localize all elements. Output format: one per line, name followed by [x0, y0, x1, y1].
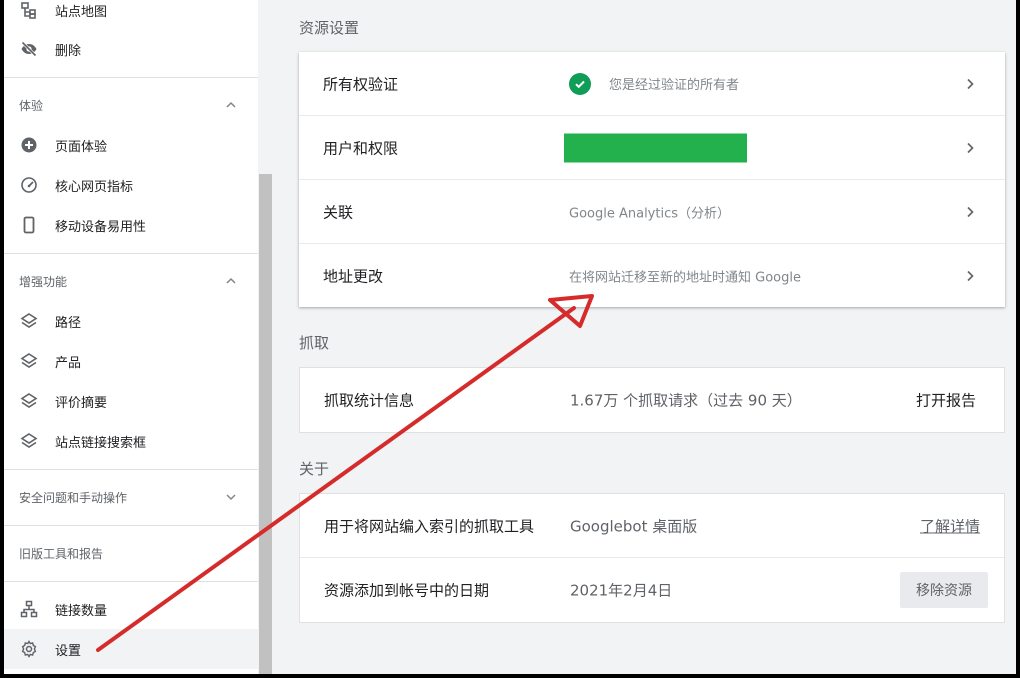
row-associations[interactable]: 关联 Google Analytics（分析） — [299, 180, 1005, 244]
row-label: 所有权验证 — [323, 75, 399, 93]
sidebar-item-label: 站点链接搜索框 — [55, 435, 147, 451]
sidebar-item-label: 移动设备易用性 — [55, 219, 147, 235]
section-title-crawling: 抓取 — [299, 334, 330, 352]
redaction-block — [564, 133, 747, 162]
sidebar-item-label: 站点地图 — [55, 4, 108, 20]
section-title-about: 关于 — [299, 460, 330, 478]
sidebar-item-label: 设置 — [55, 643, 82, 659]
sidebar-divider — [4, 253, 258, 254]
sidebar-scrollbar-thumb[interactable] — [259, 174, 272, 674]
plus-circle-icon — [20, 136, 38, 154]
sidebar-item-label: 删除 — [55, 43, 82, 59]
sidebar-divider — [4, 581, 258, 582]
sidebar-item-page-experience[interactable]: 页面体验 — [4, 125, 258, 165]
row-indexing-crawler: 用于将网站编入索引的抓取工具 Googlebot 桌面版 了解详情 — [300, 494, 1004, 558]
gear-icon — [20, 640, 38, 658]
chevron-right-icon — [967, 270, 974, 282]
sidebar: 站点地图 删除 体验 页面体验 核心网页指标 移动设备易用性 增强功能 路径 产… — [4, 0, 258, 674]
check-circle-icon — [569, 72, 591, 95]
sidebar-divider — [4, 77, 258, 78]
chevron-up-icon — [226, 277, 236, 284]
sidebar-divider — [4, 469, 258, 470]
layers-icon — [20, 352, 38, 370]
section-header-label: 增强功能 — [19, 274, 68, 289]
row-value: 1.67万 个抓取请求（过去 90 天） — [570, 391, 802, 410]
sidebar-item-links[interactable]: 链接数量 — [4, 589, 258, 629]
sidebar-divider — [4, 525, 258, 526]
resource-settings-card: 所有权验证 您是经过验证的所有者 用户和权限 关联 Google Analyti… — [299, 52, 1005, 307]
row-label: 抓取统计信息 — [324, 391, 415, 410]
verified-owner-text: 您是经过验证的所有者 — [609, 78, 740, 93]
sidebar-item-label: 评价摘要 — [55, 395, 108, 411]
layers-icon — [20, 432, 38, 450]
row-label: 用户和权限 — [323, 139, 399, 157]
crawling-card: 抓取统计信息 1.67万 个抓取请求（过去 90 天） 打开报告 — [299, 367, 1005, 433]
layers-icon — [20, 312, 38, 330]
row-crawl-stats: 抓取统计信息 1.67万 个抓取请求（过去 90 天） 打开报告 — [300, 368, 1004, 432]
sidebar-item-products[interactable]: 产品 — [4, 341, 258, 381]
section-header-legacy[interactable]: 旧版工具和报告 — [4, 533, 258, 573]
about-card: 用于将网站编入索引的抓取工具 Googlebot 桌面版 了解详情 资源添加到帐… — [299, 493, 1005, 623]
sidebar-item-mobile-usability[interactable]: 移动设备易用性 — [4, 205, 258, 245]
learn-more-link[interactable]: 了解详情 — [920, 515, 980, 536]
row-value: 您是经过验证的所有者 — [569, 72, 740, 95]
main-content: 资源设置 所有权验证 您是经过验证的所有者 用户和权限 关联 Google An… — [274, 0, 1016, 674]
section-header-enhancements[interactable]: 增强功能 — [4, 261, 258, 301]
row-date-added: 资源添加到帐号中的日期 2021年2月4日 移除资源 — [300, 558, 1004, 622]
sidebar-item-label: 核心网页指标 — [55, 179, 134, 195]
sidebar-item-removals[interactable]: 删除 — [4, 29, 258, 69]
row-value: Google Analytics（分析） — [569, 206, 731, 221]
row-value: 在将网站迁移至新的地址时通知 Google — [569, 270, 801, 286]
sidebar-item-review-snippets[interactable]: 评价摘要 — [4, 381, 258, 421]
sidebar-item-label: 链接数量 — [55, 603, 108, 619]
section-header-label: 安全问题和手动操作 — [19, 490, 128, 505]
chevron-right-icon — [967, 78, 974, 89]
row-label: 地址更改 — [323, 267, 384, 286]
phone-icon — [20, 216, 38, 234]
sidebar-item-label: 页面体验 — [55, 139, 108, 155]
section-header-experience[interactable]: 体验 — [4, 85, 258, 125]
sidebar-item-sitelinks-searchbox[interactable]: 站点链接搜索框 — [4, 421, 258, 461]
chevron-up-icon — [226, 101, 236, 108]
section-header-label: 体验 — [19, 98, 44, 113]
chevron-right-icon — [967, 142, 974, 153]
row-label: 用于将网站编入索引的抓取工具 — [324, 517, 535, 535]
chevron-right-icon — [967, 206, 974, 217]
sidebar-item-breadcrumbs[interactable]: 路径 — [4, 301, 258, 341]
sidebar-item-core-web-vitals[interactable]: 核心网页指标 — [4, 165, 258, 205]
eye-off-icon — [20, 40, 38, 58]
row-label: 关联 — [323, 203, 354, 221]
sidebar-item-settings[interactable]: 设置 — [4, 629, 258, 669]
section-header-label: 旧版工具和报告 — [19, 546, 104, 561]
section-header-security[interactable]: 安全问题和手动操作 — [4, 477, 258, 517]
speedometer-icon — [20, 176, 38, 194]
row-users-permissions[interactable]: 用户和权限 — [299, 116, 1005, 180]
sidebar-item-label: 产品 — [55, 355, 82, 371]
search-console-window: 站点地图 删除 体验 页面体验 核心网页指标 移动设备易用性 增强功能 路径 产… — [4, 0, 1016, 674]
row-ownership-verification[interactable]: 所有权验证 您是经过验证的所有者 — [299, 52, 1005, 116]
remove-property-button[interactable]: 移除资源 — [900, 572, 988, 608]
row-label: 资源添加到帐号中的日期 — [324, 581, 490, 600]
chevron-down-icon — [226, 494, 236, 501]
row-value — [564, 133, 747, 162]
network-icon — [20, 600, 38, 618]
open-report-button[interactable]: 打开报告 — [916, 390, 976, 411]
sitemap-icon — [20, 1, 38, 19]
row-value: 2021年2月4日 — [570, 581, 673, 600]
sidebar-item-sitemaps[interactable]: 站点地图 — [4, 0, 258, 30]
row-change-of-address[interactable]: 地址更改 在将网站迁移至新的地址时通知 Google — [299, 244, 1005, 308]
row-value: Googlebot 桌面版 — [570, 517, 698, 535]
section-title-resource-settings: 资源设置 — [299, 19, 360, 37]
sidebar-item-label: 路径 — [55, 315, 82, 331]
layers-icon — [20, 392, 38, 410]
